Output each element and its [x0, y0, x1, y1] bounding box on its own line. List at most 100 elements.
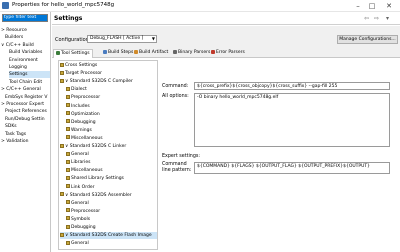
tool-tree-item[interactable]: ∨ Standard S32DS Create Flash Image — [60, 232, 157, 240]
tool-tree-item[interactable]: Preprocessor — [66, 94, 157, 101]
tool-tree-item-label: ∨ Standard S32DS C Compiler — [65, 79, 133, 85]
settings-node-icon — [60, 78, 64, 83]
tool-tree-item[interactable]: Debugging — [66, 119, 157, 126]
settings-node-icon — [66, 167, 70, 172]
settings-node-icon — [60, 143, 64, 148]
tool-tree-item-label: Optimization — [71, 111, 100, 117]
tab-tool-settings[interactable]: Tool Settings — [53, 49, 93, 58]
maximize-button[interactable]: □ — [366, 1, 378, 11]
settings-node-icon — [66, 151, 70, 156]
property-tree-item[interactable]: SDKs — [5, 123, 50, 130]
tool-tree-item-label: Libraries — [71, 160, 91, 166]
page-title: Settings — [54, 15, 83, 22]
property-tree-item[interactable]: Logging — [9, 64, 50, 71]
tool-tree-item[interactable]: Shared Library Settings — [66, 175, 157, 182]
minimize-button[interactable]: – — [352, 1, 364, 11]
expert-settings-label: Expert settings: — [162, 154, 200, 159]
view-menu-icon[interactable]: ▾ — [386, 15, 389, 22]
property-tree-item[interactable]: Project References — [5, 108, 50, 115]
tab-binary-parsers[interactable]: Binary Parsers — [171, 49, 212, 58]
property-tree-item[interactable]: Tool Chain Edit — [9, 79, 50, 86]
tab-error-parsers[interactable]: Error Parsers — [209, 49, 247, 58]
tool-tree-item[interactable]: Optimization — [66, 111, 157, 118]
page-header: Settings ⇦ ⇨ ▾ — [52, 12, 400, 25]
tool-tree-item[interactable]: Libraries — [66, 159, 157, 166]
property-tree-item[interactable]: > Validation — [1, 138, 50, 145]
tool-tree-item[interactable]: Symbols — [66, 216, 157, 223]
tool-tree-item-label: Preprocessor — [71, 208, 101, 214]
chevron-down-icon: ▼ — [151, 36, 155, 41]
tool-tree-item[interactable]: ∨ Standard S32DS C Linker — [60, 143, 157, 150]
settings-node-icon — [66, 111, 70, 116]
tool-tree-item-label: General — [71, 152, 89, 158]
tab-icon — [173, 49, 177, 54]
tool-tree-item-label: Dialect — [71, 87, 87, 93]
configuration-row: Configuration: Debug_FLASH [ Active ] ▼ … — [52, 26, 400, 48]
tool-tree-item[interactable]: Warnings — [66, 127, 157, 134]
command-field[interactable]: ${cross_prefix}${cross_objcopy}${cross_s… — [194, 82, 390, 90]
tool-tree-item-label: Debugging — [71, 225, 96, 230]
tool-tree-item[interactable]: Miscellaneous — [66, 135, 157, 142]
tool-tree-item[interactable]: Includes — [66, 103, 157, 110]
settings-node-icon — [66, 184, 70, 188]
tab-label: Build Steps — [108, 50, 134, 55]
all-options-field[interactable]: -O binary hello_world_mpc5748g.elf — [194, 93, 390, 147]
settings-node-icon — [66, 86, 70, 91]
command-line-pattern-label-2: line pattern: — [162, 168, 192, 173]
tool-tree-item[interactable]: General — [66, 151, 157, 158]
property-tree-item[interactable]: EmbSys Register V — [5, 94, 50, 101]
property-tree-item[interactable]: Build Variables — [9, 49, 50, 56]
tab-label: Binary Parsers — [178, 50, 211, 55]
tool-tree-item[interactable]: Cross Settings — [60, 62, 157, 69]
property-tree-item[interactable]: Builders — [5, 34, 50, 41]
tab-icon — [103, 49, 107, 54]
tab-icon — [134, 49, 138, 54]
property-tree-item[interactable]: Environment — [9, 57, 50, 64]
property-tree-item[interactable]: > Processor Expert — [1, 101, 50, 108]
property-tree-item[interactable]: Settings — [9, 71, 50, 79]
tool-tree-item[interactable]: General — [66, 240, 157, 247]
command-line-pattern-field[interactable]: ${COMMAND} ${FLAGS} ${OUTPUT_FLAG} ${OUT… — [194, 162, 390, 174]
property-tree-item[interactable]: ∨ C/C++ Build — [1, 42, 50, 49]
settings-node-icon — [66, 200, 70, 205]
app-icon — [2, 2, 9, 9]
tool-tree-item[interactable]: Debugging — [66, 224, 157, 231]
tool-tree-item-label: General — [71, 241, 89, 247]
tab-build-artifact[interactable]: Build Artifact — [132, 49, 170, 58]
property-tree-item[interactable]: Task Tags — [5, 131, 50, 138]
property-tree-item[interactable]: > C/C++ General — [1, 86, 50, 93]
tool-tree-item[interactable]: Dialect — [66, 86, 157, 93]
tab-icon — [211, 49, 215, 54]
tool-tree-item-label: Shared Library Settings — [71, 176, 124, 182]
tool-tree-item[interactable]: Link Order — [66, 184, 157, 191]
tool-tree-item[interactable]: Preprocessor — [66, 208, 157, 215]
tool-tree-item[interactable]: ∨ Standard S32DS C Compiler — [60, 78, 157, 85]
command-label: Command: — [162, 84, 189, 89]
settings-node-icon — [66, 135, 70, 140]
settings-node-icon — [66, 94, 70, 99]
settings-node-icon — [60, 192, 64, 197]
tool-tree-item[interactable]: Target Processor — [60, 70, 157, 77]
configuration-select[interactable]: Debug_FLASH [ Active ] ▼ — [87, 35, 157, 43]
manage-configurations-button[interactable]: Manage Configurations... — [337, 35, 398, 44]
configuration-label: Configuration: — [55, 37, 91, 43]
settings-tabs: Tool Settings Build Steps Build Artifact Bi… — [52, 48, 400, 58]
tool-tree-item-label: Warnings — [71, 127, 92, 133]
forward-arrow-icon[interactable]: ⇨ — [374, 15, 379, 22]
tool-tree-item-label: General — [71, 200, 89, 206]
tool-tree-item-label: Miscellaneous — [71, 168, 103, 174]
tab-label: Build Artifact — [139, 50, 169, 55]
tab-build-steps[interactable]: Build Steps — [101, 49, 135, 58]
property-tree-item[interactable]: Run/Debug Settin — [5, 116, 50, 123]
tool-detail: Command: ${cross_prefix}${cross_objcopy}… — [160, 60, 398, 250]
back-arrow-icon[interactable]: ⇦ — [364, 15, 369, 22]
tool-tree-item[interactable]: General — [66, 200, 157, 207]
tool-settings-tree[interactable]: Cross Settings Target Processor ∨ Standard… — [58, 60, 158, 250]
tool-tree-item[interactable]: ∨ Standard S32DS Assembler — [60, 192, 157, 199]
property-tree-item[interactable]: > Resource — [1, 27, 50, 34]
tool-tree-item[interactable]: Miscellaneous — [66, 167, 157, 174]
filter-input[interactable]: type filter text — [2, 14, 48, 22]
tool-tree-item-label: Link Order — [71, 184, 95, 190]
close-button[interactable]: ✕ — [383, 1, 395, 11]
settings-node-icon — [66, 159, 70, 164]
